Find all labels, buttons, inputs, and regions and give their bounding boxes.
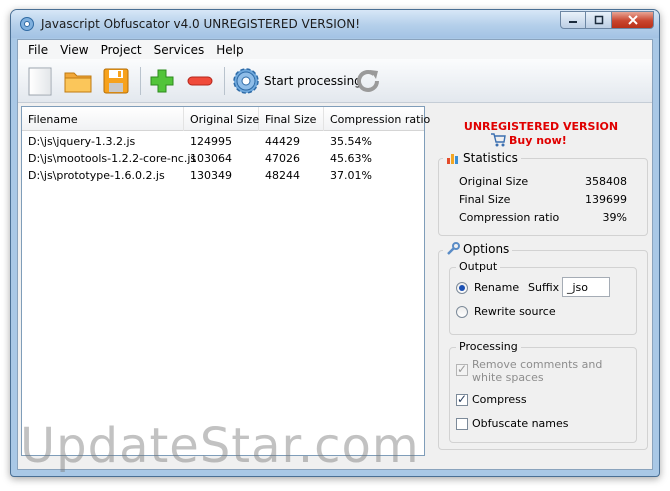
rename-radio[interactable] (456, 282, 468, 294)
statistics-group: Statistics Original Size 358408 Final Si… (438, 151, 648, 236)
maximize-button[interactable] (586, 11, 612, 29)
compress-checkbox[interactable] (456, 392, 468, 406)
bar-chart-icon (447, 154, 458, 164)
cell-final-size: 48244 (265, 169, 300, 182)
processing-title: Processing (456, 340, 521, 353)
minimize-icon (569, 21, 577, 23)
plus-icon (150, 69, 174, 93)
stat-compression-ratio-value: 39% (602, 211, 627, 224)
menu-bar: File View Project Services Help (18, 40, 652, 59)
column-final-size[interactable]: Final Size (259, 107, 324, 131)
new-project-button[interactable] (24, 65, 56, 97)
stat-compression-ratio-label: Compression ratio (459, 211, 560, 224)
gear-icon (233, 68, 259, 94)
start-processing-label[interactable]: Start processing (264, 74, 362, 88)
obfuscate-names-label[interactable]: Obfuscate names (472, 417, 569, 430)
unregistered-label: UNREGISTERED VERSION (463, 120, 619, 133)
output-group: Output Rename Suffix _jso Rewrite source (449, 260, 637, 335)
close-button[interactable] (612, 11, 654, 29)
obfuscate-names-checkbox[interactable] (456, 418, 468, 430)
options-title: Options (443, 242, 513, 256)
start-processing-button[interactable] (230, 65, 262, 97)
save-button[interactable] (100, 65, 132, 97)
menu-help[interactable]: Help (210, 40, 249, 59)
remove-comments-checkbox (456, 362, 468, 376)
cell-final-size: 47026 (265, 152, 300, 165)
output-title: Output (456, 260, 501, 273)
cell-original-size: 103064 (190, 152, 232, 165)
close-icon (627, 15, 638, 25)
buy-now-label[interactable]: Buy now! (509, 134, 567, 147)
floppy-disk-icon (103, 68, 129, 94)
table-row[interactable]: D:\js\mootools-1.2.2-core-nc.js 103064 4… (22, 150, 424, 167)
buy-now-link[interactable]: Buy now! (490, 133, 567, 147)
file-list-header: Filename Original Size Final Size Compre… (22, 107, 430, 131)
rename-label[interactable]: Rename (474, 281, 519, 294)
cell-filename: D:\js\jquery-1.3.2.js (28, 135, 136, 148)
gear-app-icon (20, 17, 34, 31)
menu-file[interactable]: File (22, 40, 54, 59)
file-list[interactable]: Filename Original Size Final Size Compre… (21, 106, 430, 456)
stat-final-size-label: Final Size (459, 193, 511, 206)
add-file-button[interactable] (146, 65, 178, 97)
statistics-title: Statistics (443, 151, 521, 165)
menu-view[interactable]: View (54, 40, 94, 59)
open-button[interactable] (62, 65, 94, 97)
cell-filename: D:\js\prototype-1.6.0.2.js (28, 169, 165, 182)
toolbar-separator (140, 67, 141, 95)
column-compression-ratio[interactable]: Compression ratio (324, 107, 430, 131)
stat-original-size-label: Original Size (459, 175, 529, 188)
remove-comments-label-line2: white spaces (472, 371, 544, 384)
title-bar[interactable]: Javascript Obfuscator v4.0 UNREGISTERED … (11, 10, 659, 38)
options-group: Options Output Rename Suffix _jso Rewrit… (438, 242, 648, 450)
compress-label[interactable]: Compress (472, 393, 527, 406)
cell-final-size: 44429 (265, 135, 300, 148)
stat-original-size-value: 358408 (585, 175, 627, 188)
menu-services[interactable]: Services (148, 40, 211, 59)
wrench-icon (447, 242, 460, 255)
remove-file-button[interactable] (184, 65, 216, 97)
toolbar-separator (224, 67, 225, 95)
window-title: Javascript Obfuscator v4.0 UNREGISTERED … (41, 17, 361, 31)
app-window: Javascript Obfuscator v4.0 UNREGISTERED … (10, 9, 660, 477)
stat-final-size-value: 139699 (585, 193, 627, 206)
rewrite-source-radio[interactable] (456, 306, 468, 318)
cell-original-size: 124995 (190, 135, 232, 148)
rewrite-source-label[interactable]: Rewrite source (474, 305, 556, 318)
refresh-icon (357, 70, 379, 92)
suffix-label: Suffix (528, 281, 560, 294)
menu-project[interactable]: Project (95, 40, 148, 59)
cell-filename: D:\js\mootools-1.2.2-core-nc.js (28, 152, 197, 165)
minus-icon (187, 76, 213, 86)
blank-page-icon (28, 67, 52, 96)
cell-compression-ratio: 45.63% (330, 152, 372, 165)
processing-group: Processing Remove comments and white spa… (449, 340, 637, 443)
column-original-size[interactable]: Original Size (184, 107, 259, 131)
column-filename[interactable]: Filename (22, 107, 184, 131)
cell-compression-ratio: 37.01% (330, 169, 372, 182)
client-area: File View Project Services Help Start pr… (17, 39, 653, 470)
folder-icon (64, 72, 92, 93)
shopping-cart-icon (491, 133, 506, 147)
minimize-button[interactable] (560, 11, 586, 29)
table-row[interactable]: D:\js\prototype-1.6.0.2.js 130349 48244 … (22, 167, 424, 184)
maximize-icon (594, 15, 603, 25)
right-panel: UNREGISTERED VERSION Buy now! Statistics (430, 106, 652, 456)
toolbar: Start processing (18, 59, 652, 103)
refresh-button[interactable] (352, 65, 384, 97)
table-row[interactable]: D:\js\jquery-1.3.2.js 124995 44429 35.54… (22, 133, 424, 150)
remove-comments-label-line1: Remove comments and (472, 358, 603, 371)
cell-original-size: 130349 (190, 169, 232, 182)
cell-compression-ratio: 35.54% (330, 135, 372, 148)
suffix-input[interactable]: _jso (562, 277, 610, 297)
